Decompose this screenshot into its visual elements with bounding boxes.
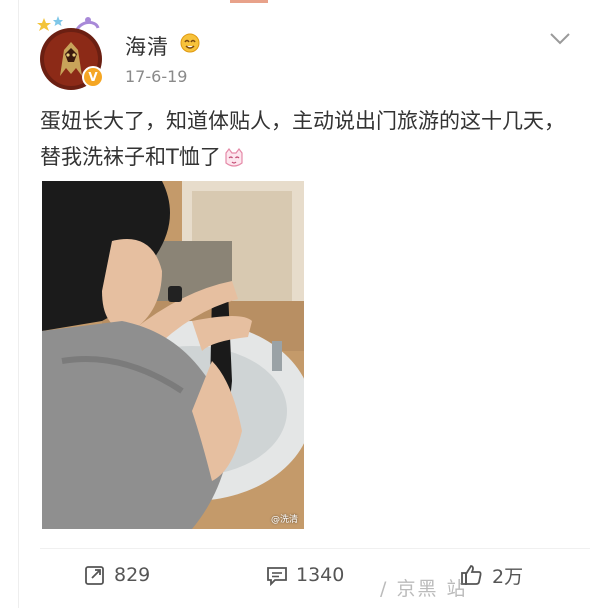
comment-icon [267, 567, 287, 586]
verified-v-icon: V [82, 66, 104, 88]
cat-face-emoji-icon [225, 148, 243, 167]
repost-button[interactable]: 829 [84, 561, 150, 589]
overlay-watermark: / 京黑 站 [380, 578, 468, 600]
photo-watermark: @洗清 [270, 515, 298, 525]
like-count: 2万 [492, 565, 524, 588]
post-time: 17-6-19 [125, 67, 188, 86]
repost-icon [85, 566, 104, 585]
action-divider [40, 548, 590, 549]
post-text: 蛋妞长大了，知道体贴人，主动说出门旅游的这十几天，替我洗袜子和T恤了 [40, 103, 570, 175]
post-text-content: 蛋妞长大了，知道体贴人，主动说出门旅游的这十几天，替我洗袜子和T恤了 [40, 109, 565, 169]
post-photo[interactable]: @洗清 [42, 181, 304, 529]
comment-button[interactable]: 1340 [266, 561, 344, 589]
comment-count: 1340 [296, 564, 345, 586]
top-accent-bar [230, 0, 268, 3]
like-button[interactable]: 2万 [460, 561, 523, 589]
photo-scene [42, 181, 304, 529]
card-edge [18, 0, 19, 608]
repost-count: 829 [114, 564, 151, 586]
chevron-down-icon[interactable] [549, 32, 571, 46]
username[interactable]: 海清 [125, 31, 169, 61]
vip-emoji-icon [180, 33, 200, 53]
